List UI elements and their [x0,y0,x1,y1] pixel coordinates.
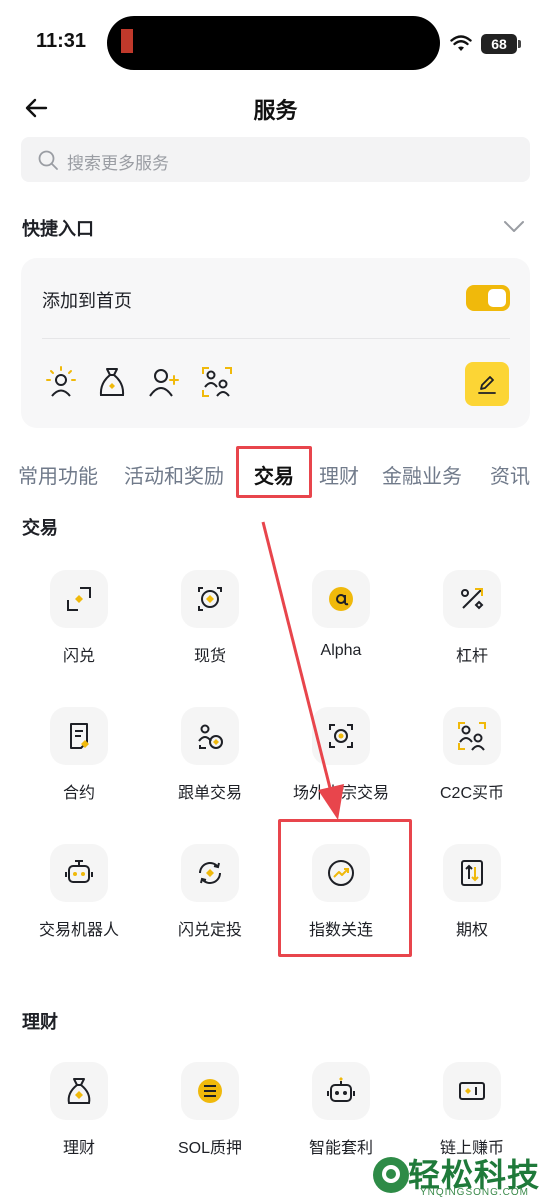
section-title-earn: 理财 [22,1012,58,1033]
quick-access-title: 快捷入口 [22,219,94,240]
service-label: SOL质押 [177,1140,243,1157]
item-annotation-box [278,819,412,957]
add-to-home-toggle[interactable] [466,285,510,311]
tab-news[interactable]: 资讯 [490,460,530,489]
service-label: 闪兑定投 [177,920,242,939]
referral-icon[interactable] [44,365,78,399]
toggle-knob [488,289,506,307]
tab-activities[interactable]: 活动和奖励 [124,460,224,489]
tab-earn[interactable]: 理财 [319,460,359,489]
bot-icon [50,844,108,902]
service-label: C2C买币 [439,785,504,802]
tab-finance[interactable]: 金融业务 [382,460,462,489]
service-label: Alpha [320,642,362,659]
service-c2c[interactable]: C2C买币 [407,707,537,817]
search-input[interactable]: 搜索更多服务 [21,137,530,182]
battery-indicator: 68 [481,34,517,54]
c2c-icon[interactable] [200,365,234,399]
watermark-sub: YNQINGSONG.COM [420,1187,530,1198]
status-time: 11:31 [36,30,87,52]
service-label: 场外大宗交易 [292,783,389,802]
convert-icon [50,570,108,628]
dynamic-island [107,16,440,70]
island-indicator [121,29,133,53]
section-title-trade: 交易 [22,518,58,539]
service-label: 闪兑 [62,646,95,665]
options-icon [443,844,501,902]
futures-icon [50,707,108,765]
service-convert[interactable]: 闪兑 [14,570,144,680]
service-label: 跟单交易 [177,783,242,802]
status-bar: 11:31 68 [0,0,551,90]
pencil-icon [478,376,496,394]
service-futures[interactable]: 合约 [14,707,144,817]
service-label: 期权 [455,920,488,939]
search-icon [38,150,58,170]
wifi-icon [450,35,472,51]
add-to-home-label: 添加到首页 [42,291,132,312]
service-trading-bot[interactable]: 交易机器人 [14,844,144,954]
margin-icon [443,570,501,628]
c2c-icon [443,707,501,765]
copy-trading-icon [181,707,239,765]
service-label: 杠杆 [455,646,488,665]
service-margin[interactable]: 杠杆 [407,570,537,680]
service-label: 理财 [62,1138,95,1157]
page-title: 服务 [253,99,298,124]
earn-bag-icon [50,1062,108,1120]
sol-staking-icon [181,1062,239,1120]
service-label: 交易机器人 [38,920,119,939]
tab-annotation-box [236,446,312,498]
search-placeholder: 搜索更多服务 [67,154,169,174]
quick-access-card: 添加到首页 [21,258,530,428]
service-options[interactable]: 期权 [407,844,537,954]
tab-common[interactable]: 常用功能 [18,460,98,489]
service-sol-staking[interactable]: SOL质押 [145,1062,275,1172]
battery-tip [518,40,521,48]
service-recurring[interactable]: 闪兑定投 [145,844,275,954]
chevron-down-icon[interactable] [503,217,525,235]
service-label: 合约 [62,783,95,802]
service-earn[interactable]: 理财 [14,1062,144,1172]
edit-button[interactable] [465,362,509,406]
service-alpha[interactable]: Alpha [276,570,406,680]
divider [42,338,510,339]
alpha-icon [312,570,370,628]
wallet-bag-icon[interactable] [95,365,129,399]
service-spot[interactable]: 现货 [145,570,275,680]
spot-icon [181,570,239,628]
service-copy-trading[interactable]: 跟单交易 [145,707,275,817]
service-label: 现货 [193,646,226,665]
arbitrage-bot-icon [312,1062,370,1120]
onchain-earn-icon [443,1062,501,1120]
recurring-icon [181,844,239,902]
add-friend-icon[interactable] [147,365,181,399]
otc-icon [312,707,370,765]
service-otc[interactable]: 场外大宗交易 [276,707,406,817]
